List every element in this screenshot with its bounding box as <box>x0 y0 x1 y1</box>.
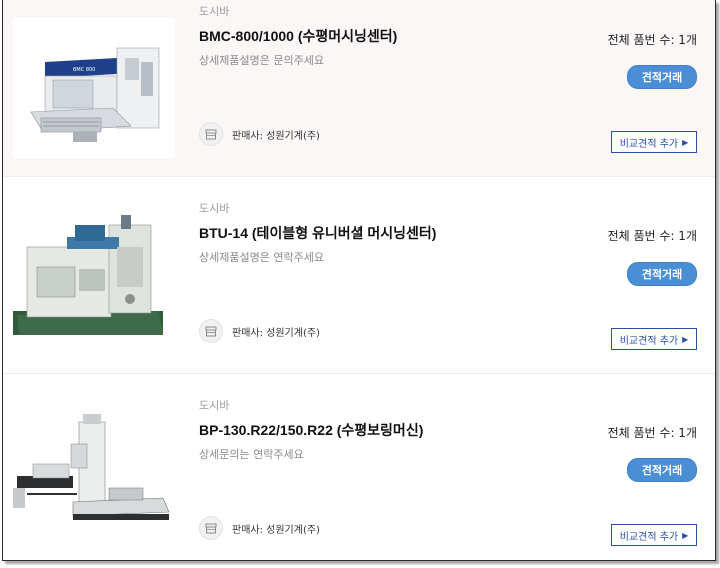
part-count: 전체 품번 수: 1개 <box>607 229 697 243</box>
seller-info: 판매사: 성원기계(주) <box>199 122 320 146</box>
caret-right-icon: ▶ <box>682 334 689 344</box>
product-brand: 도시바 <box>199 5 230 18</box>
product-list: BMC 800 도시바 BMC-800/1000 (수평머시닝센터) 상세제품설… <box>2 0 716 561</box>
compare-label: 비교견적 추가 <box>619 335 679 347</box>
product-image[interactable] <box>13 404 175 544</box>
machine-image-btu <box>13 207 175 347</box>
seller-name: 판매사: 성원기계(주) <box>232 524 320 536</box>
machine-image-bmc: BMC 800 <box>13 18 175 158</box>
storefront-icon <box>199 516 223 540</box>
storefront-icon <box>199 319 223 343</box>
compare-quote-button[interactable]: 비교견적 추가 ▶ <box>611 524 697 546</box>
product-image[interactable]: BMC 800 <box>13 18 175 158</box>
product-brand: 도시바 <box>199 399 230 412</box>
quote-button[interactable]: 견적거래 <box>627 65 697 89</box>
machine-image-bp <box>13 404 175 544</box>
seller-info: 판매사: 성원기계(주) <box>199 516 320 540</box>
compare-quote-button[interactable]: 비교견적 추가 ▶ <box>611 131 697 153</box>
caret-right-icon: ▶ <box>682 137 689 147</box>
seller-name: 판매사: 성원기계(주) <box>232 130 320 142</box>
compare-label: 비교견적 추가 <box>619 531 679 543</box>
product-card[interactable]: 도시바 BP-130.R22/150.R22 (수평보링머신) 상세문의는 연락… <box>3 374 715 560</box>
product-title[interactable]: BP-130.R22/150.R22 (수평보링머신) <box>199 420 423 440</box>
product-title[interactable]: BTU-14 (테이블형 유니버셜 머시닝센터) <box>199 223 436 243</box>
svg-text:BMC 800: BMC 800 <box>73 67 95 73</box>
product-description: 상세문의는 연락주세요 <box>199 448 304 461</box>
product-description: 상세제품설명은 연락주세요 <box>199 251 324 264</box>
product-brand: 도시바 <box>199 202 230 215</box>
seller-info: 판매사: 성원기계(주) <box>199 319 320 343</box>
product-title[interactable]: BMC-800/1000 (수평머시닝센터) <box>199 26 397 46</box>
part-count: 전체 품번 수: 1개 <box>607 426 697 440</box>
product-card[interactable]: 도시바 BTU-14 (테이블형 유니버셜 머시닝센터) 상세제품설명은 연락주… <box>3 177 715 373</box>
compare-quote-button[interactable]: 비교견적 추가 ▶ <box>611 328 697 350</box>
product-description: 상세제품설명은 문의주세요 <box>199 54 324 67</box>
caret-right-icon: ▶ <box>682 530 689 540</box>
quote-button[interactable]: 견적거래 <box>627 262 697 286</box>
product-card[interactable]: BMC 800 도시바 BMC-800/1000 (수평머시닝센터) 상세제품설… <box>3 0 715 176</box>
compare-label: 비교견적 추가 <box>619 138 679 150</box>
part-count: 전체 품번 수: 1개 <box>607 33 697 47</box>
storefront-icon <box>199 122 223 146</box>
quote-button[interactable]: 견적거래 <box>627 458 697 482</box>
seller-name: 판매사: 성원기계(주) <box>232 327 320 339</box>
product-image[interactable] <box>13 207 175 347</box>
